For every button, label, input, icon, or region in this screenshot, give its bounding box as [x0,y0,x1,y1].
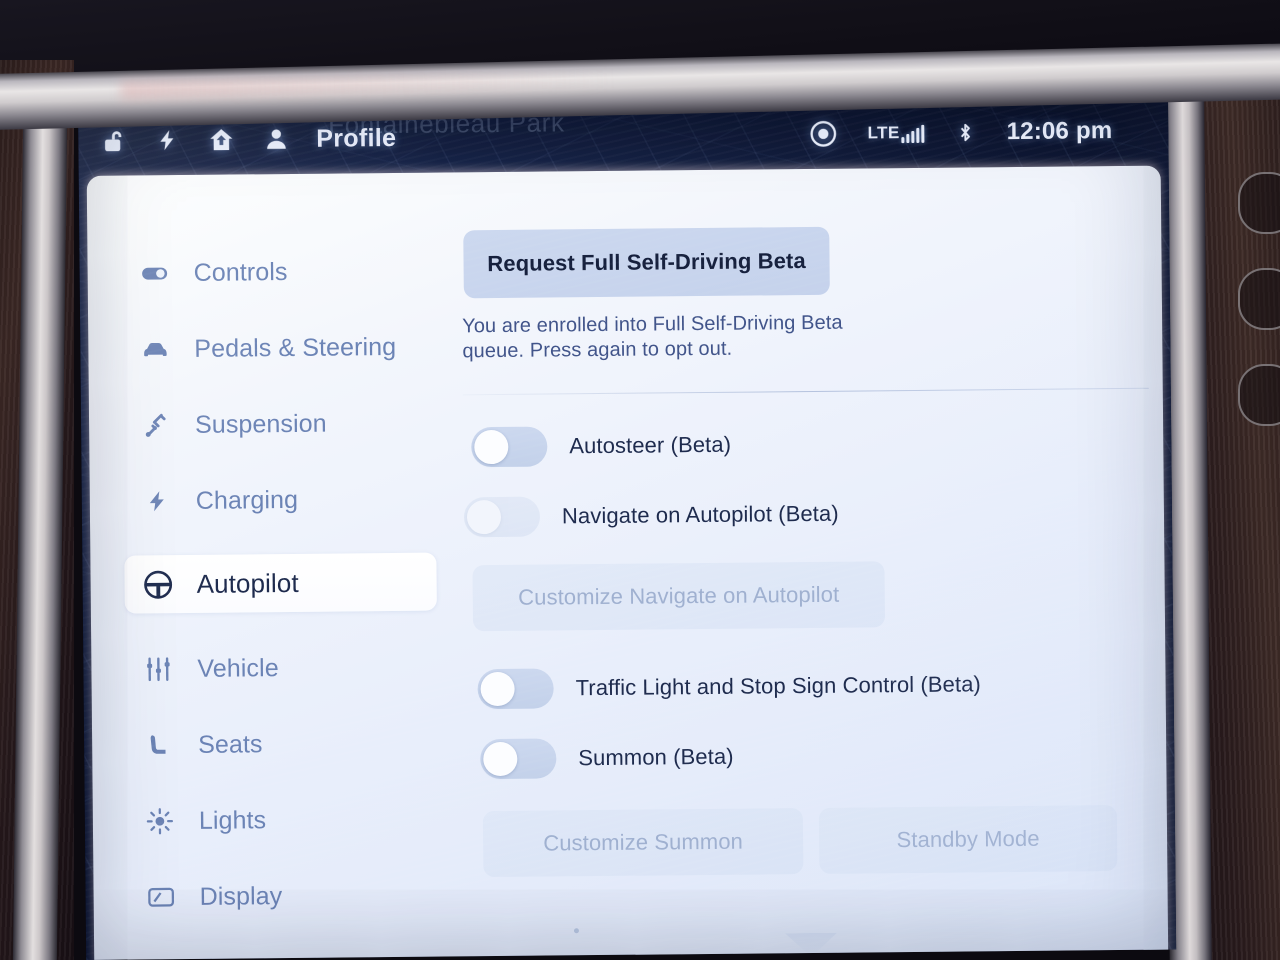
toggle-knob [480,672,515,707]
traffic-light-control-label: Traffic Light and Stop Sign Control (Bet… [575,671,982,701]
navigate-on-autopilot-label: Navigate on Autopilot (Beta) [561,501,839,529]
sidebar-item-autopilot[interactable]: Autopilot [124,552,437,614]
bolt-icon[interactable] [155,126,179,154]
toggle-icon [137,256,171,290]
person-icon[interactable] [263,125,289,153]
sidebar-item-label: Charging [195,485,299,515]
summon-label: Summon (Beta) [578,744,734,771]
autopilot-settings-pane: Request Full Self-Driving Beta You are e… [447,166,1169,960]
autosteer-label: Autosteer (Beta) [569,432,732,459]
sidebar-item-charging[interactable]: Charging [124,477,436,524]
sidebar-item-label: Pedals & Steering [194,332,397,363]
shock-absorber-icon [139,408,173,442]
toggle-knob [474,430,509,465]
sidebar-item-pedals-steering[interactable]: Pedals & Steering [122,325,434,372]
unlock-icon[interactable] [100,127,128,155]
summon-toggle[interactable] [480,738,557,780]
toggle-knob [483,742,518,777]
sliders-icon [141,652,175,686]
clock-label: 12:06 pm [1006,117,1113,146]
sidebar-item-label: Autopilot [196,567,299,599]
cellular-signal-indicator: LTE [868,123,925,144]
sidebar-item-label: Suspension [194,409,327,439]
sidebar-item-suspension[interactable]: Suspension [123,401,435,448]
steering-wheel-icon [140,567,174,601]
summon-row[interactable]: Summon (Beta) [452,733,1166,780]
bluetooth-icon[interactable] [955,118,977,146]
scroll-dot [573,928,579,934]
navigate-on-autopilot-toggle[interactable] [463,496,541,538]
sidebar-item-label: Display [199,881,283,911]
standby-mode-button[interactable]: Standby Mode [818,805,1118,875]
sidebar-item-label: Lights [198,805,267,835]
center-touchscreen[interactable]: Fontainebleau Park Profile LTE 12:06 pm … [78,93,1177,960]
profile-label[interactable]: Profile [316,123,396,153]
signal-bars-icon [901,124,925,144]
customize-summon-button[interactable]: Customize Summon [482,808,804,878]
network-type-label: LTE [867,123,900,143]
fsd-enrollment-note: You are enrolled into Full Self-Driving … [462,311,843,363]
sidebar-item-label: Seats [198,729,263,759]
bolt-icon [140,484,174,518]
sidebar-item-label: Controls [193,257,288,287]
traffic-light-control-row[interactable]: Traffic Light and Stop Sign Control (Bet… [451,663,1165,710]
traffic-light-control-toggle[interactable] [477,668,554,710]
customize-navigate-on-autopilot-button[interactable]: Customize Navigate on Autopilot [472,561,886,632]
sidebar-item-label: Vehicle [197,653,279,683]
sidebar-item-vehicle[interactable]: Vehicle [125,645,437,692]
panel-drag-handle[interactable] [785,933,837,957]
request-fsd-beta-button[interactable]: Request Full Self-Driving Beta [463,226,830,299]
sidebar-item-lights[interactable]: Lights [127,797,439,844]
autosteer-toggle[interactable] [471,426,548,468]
sidebar-item-controls[interactable]: Controls [121,249,433,296]
toggle-knob [466,500,502,535]
air-vent [1238,172,1280,426]
section-divider [462,388,1149,396]
navigate-on-autopilot-row[interactable]: Navigate on Autopilot (Beta) [450,491,1164,538]
settings-panel: Controls Pedals & Steering Suspension Ch… [86,165,1169,960]
sidebar-item-display[interactable]: Display [127,873,439,920]
car-icon [138,332,172,366]
settings-sidebar[interactable]: Controls Pedals & Steering Suspension Ch… [87,172,455,959]
circle-target-icon[interactable] [809,120,837,148]
car-interior-scene: Fontainebleau Park Profile LTE 12:06 pm … [0,0,1280,960]
seat-icon [142,728,176,762]
screen-icon [143,880,177,914]
sidebar-item-seats[interactable]: Seats [126,721,438,768]
home-icon[interactable] [206,125,236,153]
autosteer-row[interactable]: Autosteer (Beta) [449,421,1163,468]
sun-icon [143,804,177,838]
